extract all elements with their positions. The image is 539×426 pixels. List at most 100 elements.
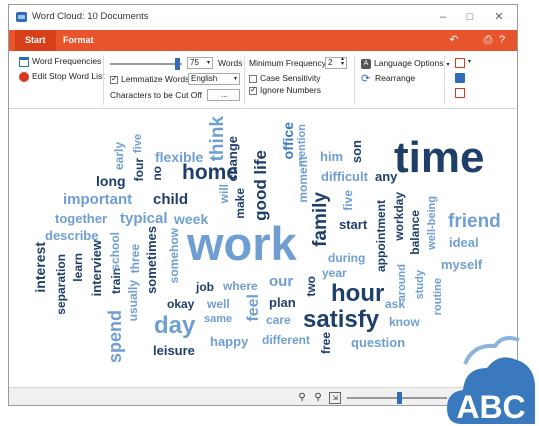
cloud-word[interactable]: somehow xyxy=(167,228,181,283)
cloud-word[interactable]: train xyxy=(109,268,123,294)
cloud-word[interactable]: ask xyxy=(385,298,405,310)
cloud-word[interactable]: time xyxy=(394,136,484,180)
words-slider-thumb[interactable] xyxy=(175,58,180,70)
minimize-icon[interactable]: – xyxy=(434,9,452,25)
language-options-button[interactable]: A Language Options ▾ xyxy=(361,58,450,69)
cloud-word[interactable]: sometimes xyxy=(144,226,159,294)
language-select[interactable]: English ▾ xyxy=(188,73,240,85)
words-slider-track[interactable] xyxy=(110,63,182,65)
cloud-word[interactable]: okay xyxy=(167,298,194,310)
cloud-word[interactable]: will xyxy=(217,184,231,203)
cloud-word[interactable]: job xyxy=(196,281,214,293)
cloud-word[interactable]: good life xyxy=(251,150,270,221)
cloud-word[interactable]: family xyxy=(310,192,331,247)
cloud-word[interactable]: where xyxy=(223,280,258,292)
cloud-word[interactable]: four xyxy=(132,158,146,181)
cloud-word[interactable]: free xyxy=(319,332,333,354)
cloud-word[interactable]: satisfy xyxy=(303,308,379,332)
cloud-word[interactable]: five xyxy=(132,134,144,153)
cloud-word[interactable]: office xyxy=(280,122,296,159)
words-count-input[interactable]: 75 ▾ xyxy=(187,57,213,69)
cloud-word[interactable]: during xyxy=(328,252,365,264)
cloud-word[interactable]: appointment xyxy=(374,200,388,272)
copy-icon[interactable] xyxy=(455,73,465,83)
cloud-word[interactable]: workday xyxy=(392,192,406,241)
cloud-word[interactable]: interview xyxy=(89,240,104,296)
cloud-word[interactable]: no xyxy=(150,166,164,181)
cloud-word[interactable]: friend xyxy=(448,212,501,231)
cloud-word[interactable]: five xyxy=(341,190,355,211)
cloud-word[interactable]: work xyxy=(187,220,297,267)
cloud-word[interactable]: care xyxy=(266,314,291,326)
cloud-word[interactable]: day xyxy=(154,314,195,338)
cloud-word[interactable]: our xyxy=(269,274,293,289)
cloud-word[interactable]: same xyxy=(204,314,232,325)
zoom-slider-thumb[interactable] xyxy=(397,392,402,404)
cloud-word[interactable]: child xyxy=(153,192,188,207)
cloud-word[interactable]: three xyxy=(128,244,142,273)
cloud-word[interactable]: flexible xyxy=(155,150,203,164)
lemmatize-words-checkbox[interactable]: Lemmatize Words xyxy=(110,74,189,84)
maximize-icon[interactable]: □ xyxy=(461,9,479,25)
cloud-word[interactable]: start xyxy=(339,218,367,231)
tab-start[interactable]: Start xyxy=(15,30,56,51)
cloud-word[interactable]: mention xyxy=(296,124,308,167)
cloud-word[interactable]: spend xyxy=(105,310,125,363)
cloud-word[interactable]: together xyxy=(55,212,107,225)
cloud-word[interactable]: make xyxy=(233,188,247,219)
cloud-word[interactable]: feel xyxy=(245,294,262,322)
cloud-word[interactable]: question xyxy=(351,336,405,349)
cloud-word[interactable]: routine xyxy=(432,278,444,315)
cloud-word[interactable]: know xyxy=(389,316,420,328)
cloud-word[interactable]: plan xyxy=(269,296,296,309)
undo-icon[interactable]: ↶ xyxy=(447,33,461,47)
fit-to-window-icon[interactable]: ⇲ xyxy=(329,392,341,404)
cloud-word[interactable]: well xyxy=(207,298,230,310)
ribbon-separator xyxy=(354,55,355,105)
cloud-word[interactable]: around xyxy=(396,264,408,301)
cloud-word[interactable]: learn xyxy=(71,253,85,282)
close-icon[interactable]: ✕ xyxy=(490,9,508,25)
cloud-word[interactable]: change xyxy=(225,136,240,182)
edit-stop-word-list-button[interactable]: Edit Stop Word List xyxy=(19,71,105,82)
word-frequencies-button[interactable]: Word Frequencies xyxy=(19,56,101,67)
cloud-word[interactable]: hour xyxy=(331,282,384,306)
cloud-word[interactable]: any xyxy=(375,170,397,183)
window-title: Word Cloud: 10 Documents xyxy=(32,11,149,22)
cloud-word[interactable]: two xyxy=(304,276,318,297)
help-icon[interactable]: ? xyxy=(495,33,509,47)
chevron-down-icon[interactable]: ▾ xyxy=(468,58,471,65)
cloud-word[interactable]: son xyxy=(349,140,364,163)
min-frequency-input[interactable]: 2 ▴ ▾ xyxy=(325,56,347,69)
cloud-word[interactable]: balance xyxy=(408,210,422,255)
case-sensitivity-checkbox[interactable]: Case Sensitivity xyxy=(249,73,320,83)
cloud-word[interactable]: usually xyxy=(126,280,140,321)
cloud-word[interactable]: separation xyxy=(54,254,68,315)
cloud-word[interactable]: important xyxy=(63,192,132,207)
export-icon[interactable] xyxy=(455,58,465,68)
cloud-word[interactable]: happy xyxy=(210,335,248,348)
zoom-out-icon[interactable]: ⚲ xyxy=(312,392,324,404)
cloud-word[interactable]: school xyxy=(108,232,122,271)
print-icon[interactable]: ⎙ xyxy=(481,33,495,47)
cloud-word[interactable]: him xyxy=(320,150,343,163)
cloud-word[interactable]: year xyxy=(322,267,347,279)
cloud-word[interactable]: study xyxy=(414,270,426,299)
ignore-numbers-checkbox[interactable]: Ignore Numbers xyxy=(249,85,321,95)
cloud-word[interactable]: interest xyxy=(32,242,48,293)
characters-cut-off-button[interactable]: ... xyxy=(207,89,240,101)
cloud-word[interactable]: ideal xyxy=(449,236,479,249)
tab-format[interactable]: Format xyxy=(53,30,104,51)
zoom-in-icon[interactable]: ⚲ xyxy=(296,392,308,404)
cloud-word[interactable]: myself xyxy=(441,258,482,271)
import-icon[interactable] xyxy=(455,88,465,98)
cloud-word[interactable]: early xyxy=(112,142,126,170)
cloud-word[interactable]: typical xyxy=(120,211,168,226)
cloud-word[interactable]: leisure xyxy=(153,344,195,357)
cloud-word[interactable]: well-being xyxy=(426,196,438,250)
cloud-word[interactable]: difficult xyxy=(321,170,368,183)
cloud-word[interactable]: long xyxy=(96,174,126,188)
cloud-word[interactable]: week xyxy=(174,212,208,226)
cloud-word[interactable]: different xyxy=(262,334,310,346)
rearrange-button[interactable]: ⟳ Rearrange xyxy=(361,73,415,84)
